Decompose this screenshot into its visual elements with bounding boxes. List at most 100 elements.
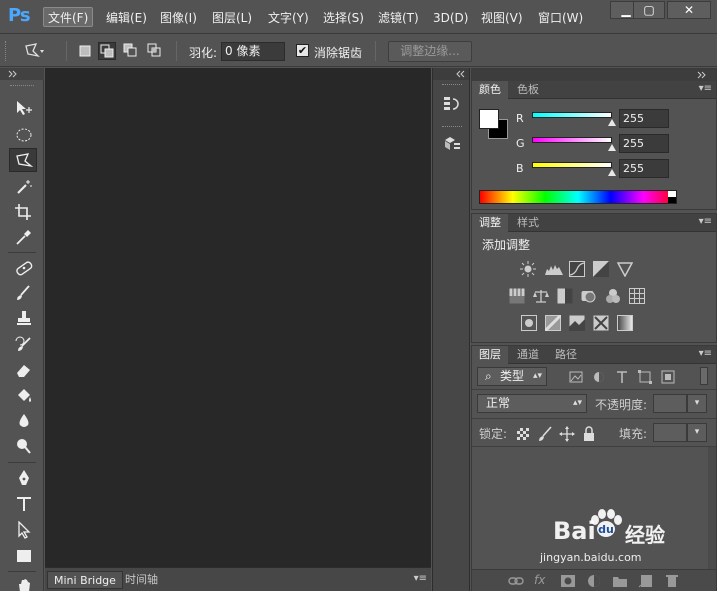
layers-scrollbar[interactable]: [708, 447, 716, 569]
slider-thumb[interactable]: [608, 119, 616, 126]
tools-grip[interactable]: [10, 85, 34, 87]
brush-tool[interactable]: [9, 281, 37, 305]
magic-wand-tool[interactable]: [9, 175, 37, 199]
color-lookup-icon[interactable]: [629, 288, 645, 304]
lock-transparent-icon[interactable]: [515, 426, 531, 442]
menu-filter[interactable]: 滤镜(T): [374, 8, 423, 28]
filter-toggle-switch[interactable]: [700, 367, 708, 385]
panel-menu-icon[interactable]: ▾≡: [414, 573, 427, 584]
tab-mini-bridge[interactable]: Mini Bridge: [47, 571, 123, 589]
filter-pixel-icon[interactable]: [568, 369, 584, 385]
new-selection-icon[interactable]: [76, 42, 94, 60]
posterize-icon[interactable]: [543, 313, 563, 333]
menu-image[interactable]: 图像(I): [156, 8, 201, 28]
threshold-icon[interactable]: [569, 315, 585, 331]
layer-filter-select[interactable]: ⌕ 类型 ▴▾: [477, 367, 547, 386]
new-adjustment-layer-icon[interactable]: [586, 573, 602, 589]
filter-type-icon[interactable]: [614, 369, 630, 385]
type-tool[interactable]: [9, 492, 37, 516]
menu-3d[interactable]: 3D(D): [429, 8, 472, 28]
tab-swatches[interactable]: 色板: [510, 81, 546, 99]
lock-pixels-icon[interactable]: [537, 426, 553, 442]
menu-layer[interactable]: 图层(L): [208, 8, 256, 28]
selective-color-icon[interactable]: [593, 315, 609, 331]
blend-mode-select[interactable]: 正常 ▴▾: [477, 394, 587, 413]
crop-tool[interactable]: [9, 200, 37, 224]
add-to-selection-icon[interactable]: [98, 42, 116, 60]
filter-shape-icon[interactable]: [637, 369, 653, 385]
pen-tool[interactable]: [9, 466, 37, 490]
invert-icon[interactable]: [521, 315, 537, 331]
filter-adjustment-icon[interactable]: [591, 369, 607, 385]
panel-menu-icon[interactable]: ▾≡: [699, 83, 712, 94]
tab-paths[interactable]: 路径: [548, 346, 584, 364]
channel-g-slider[interactable]: [532, 137, 612, 143]
refine-edge-button[interactable]: 调整边缘...: [388, 41, 472, 62]
panel-menu-icon[interactable]: ▾≡: [699, 348, 712, 359]
tools-panel-header[interactable]: [0, 68, 44, 80]
path-selection-tool[interactable]: [9, 518, 37, 542]
channel-mixer-icon[interactable]: [605, 288, 621, 304]
tab-color[interactable]: 颜色: [472, 81, 508, 99]
menu-view[interactable]: 视图(V): [477, 8, 527, 28]
clone-stamp-tool[interactable]: [9, 307, 37, 331]
antialias-checkbox[interactable]: ✔: [296, 44, 309, 57]
hue-saturation-icon[interactable]: [509, 288, 525, 304]
rectangle-tool[interactable]: [9, 544, 37, 568]
menu-edit[interactable]: 编辑(E): [102, 8, 151, 28]
maximize-button[interactable]: ▢: [633, 1, 665, 19]
trash-icon[interactable]: [664, 573, 680, 589]
lock-position-icon[interactable]: [559, 426, 575, 442]
link-layers-icon[interactable]: [508, 573, 524, 589]
panel-menu-icon[interactable]: ▾≡: [699, 216, 712, 227]
dock-grip[interactable]: [442, 126, 462, 128]
move-tool[interactable]: [9, 96, 37, 120]
color-balance-icon[interactable]: [533, 288, 549, 304]
lock-all-icon[interactable]: [581, 426, 597, 442]
dock-grip[interactable]: [442, 84, 462, 86]
slider-thumb[interactable]: [608, 144, 616, 151]
color-spectrum-bar[interactable]: [479, 190, 677, 204]
tab-timeline[interactable]: 时间轴: [119, 571, 164, 589]
filter-smart-object-icon[interactable]: [660, 369, 676, 385]
properties-panel-icon[interactable]: [442, 134, 462, 154]
feather-input[interactable]: 0 像素: [221, 42, 285, 61]
history-panel-icon[interactable]: [442, 94, 462, 114]
fill-input[interactable]: [653, 423, 687, 442]
fill-dropdown[interactable]: ▾: [687, 423, 707, 442]
paint-bucket-tool[interactable]: [9, 384, 37, 408]
channel-g-input[interactable]: 255: [619, 134, 669, 153]
layer-style-fx-icon[interactable]: fx: [534, 573, 550, 589]
channel-r-input[interactable]: 255: [619, 109, 669, 128]
marquee-tool[interactable]: [9, 123, 37, 147]
intersect-selection-icon[interactable]: [146, 42, 164, 60]
eyedropper-tool[interactable]: [9, 225, 37, 249]
curves-icon[interactable]: [569, 261, 585, 277]
black-white-icon[interactable]: [557, 288, 573, 304]
eraser-tool[interactable]: [9, 358, 37, 382]
channel-b-input[interactable]: 255: [619, 159, 669, 178]
channel-b-slider[interactable]: [532, 162, 612, 168]
hand-tool[interactable]: [9, 573, 37, 591]
opacity-dropdown[interactable]: ▾: [687, 394, 707, 413]
menu-select[interactable]: 选择(S): [319, 8, 368, 28]
slider-thumb[interactable]: [608, 169, 616, 176]
dodge-tool[interactable]: [9, 434, 37, 458]
options-bar-grip[interactable]: [5, 41, 8, 61]
tab-layers[interactable]: 图层: [472, 346, 508, 364]
tab-styles[interactable]: 样式: [510, 214, 546, 232]
brightness-contrast-icon[interactable]: [520, 261, 536, 277]
subtract-from-selection-icon[interactable]: [122, 42, 140, 60]
blur-tool[interactable]: [9, 409, 37, 433]
menu-file[interactable]: 文件(F): [43, 7, 94, 27]
add-mask-icon[interactable]: [560, 573, 576, 589]
panel-group-header[interactable]: [472, 69, 716, 81]
channel-r-slider[interactable]: [532, 112, 612, 118]
menu-type[interactable]: 文字(Y): [264, 8, 313, 28]
dock-header[interactable]: [433, 68, 469, 80]
new-group-folder-icon[interactable]: [612, 573, 628, 589]
new-layer-icon[interactable]: [638, 573, 654, 589]
tab-channels[interactable]: 通道: [510, 346, 546, 364]
exposure-icon[interactable]: [593, 261, 609, 277]
close-button[interactable]: ✕: [667, 1, 711, 19]
